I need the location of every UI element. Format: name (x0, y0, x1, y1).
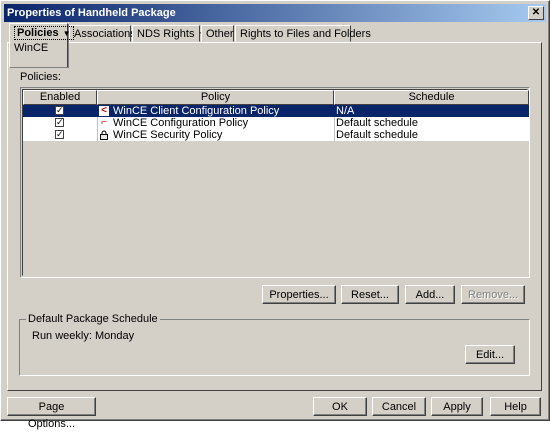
properties-button[interactable]: Properties... (262, 285, 336, 304)
tab-policies-label: Policies (17, 27, 59, 39)
policy-schedule: Default schedule (336, 129, 418, 141)
policy-name: WinCE Security Policy (113, 129, 223, 141)
policy-schedule: Default schedule (336, 117, 418, 129)
lock-icon (100, 130, 108, 140)
policy-name: WinCE Client Configuration Policy (113, 105, 280, 117)
tab-nds-rights-label: NDS Rights (137, 28, 195, 40)
policy-schedule: N/A (336, 105, 355, 117)
enabled-checkbox[interactable]: ✓ (55, 118, 64, 127)
reset-button[interactable]: Reset... (341, 285, 399, 304)
help-button[interactable]: Help (490, 397, 541, 416)
tab-rights-to-files[interactable]: Rights to Files and Folders (235, 25, 371, 42)
close-button[interactable]: ✕ (528, 6, 544, 20)
policies-label: Policies: (20, 71, 61, 83)
ok-button[interactable]: OK (313, 397, 367, 416)
policy-name: WinCE Configuration Policy (113, 117, 249, 129)
page-options-button[interactable]: Page Options... (7, 397, 96, 430)
add-button[interactable]: Add... (405, 285, 455, 304)
schedule-text: Run weekly: Monday (32, 330, 135, 342)
wince-client-config-icon: < (99, 106, 109, 116)
cancel-button[interactable]: Cancel (372, 397, 426, 416)
tab-nds-rights[interactable]: NDS Rights▼ (132, 25, 206, 42)
table-row[interactable]: ✓ WinCE Security Policy Default schedule (23, 129, 529, 141)
remove-button[interactable]: Remove... (461, 285, 525, 304)
edit-schedule-button[interactable]: Edit... (465, 345, 515, 364)
table-row[interactable]: ✓ < WinCE Client Configuration Policy N/… (23, 105, 529, 117)
column-header-policy[interactable]: Policy (97, 90, 334, 105)
default-schedule-group (19, 319, 530, 376)
column-header-schedule[interactable]: Schedule (334, 90, 529, 105)
wince-config-icon: ⌐ (101, 117, 107, 128)
enabled-checkbox[interactable]: ✓ (55, 130, 64, 139)
tab-associations-label: Associations (74, 28, 136, 40)
default-schedule-label: Default Package Schedule (26, 313, 160, 325)
tab-policies[interactable]: Policies ▼ WinCE (9, 23, 74, 67)
tab-rights-to-files-label: Rights to Files and Folders (240, 28, 371, 40)
apply-button[interactable]: Apply (431, 397, 483, 416)
table-row[interactable]: ✓ ⌐ WinCE Configuration Policy Default s… (23, 117, 529, 129)
chevron-down-icon[interactable]: ▼ (63, 29, 71, 38)
tab-policies-focus: Policies ▼ (14, 26, 74, 40)
tab-policies-subpage[interactable]: WinCE (14, 42, 63, 54)
tab-associations[interactable]: Associations (69, 25, 136, 42)
column-header-enabled[interactable]: Enabled (23, 90, 97, 105)
enabled-checkbox[interactable]: ✓ (55, 106, 64, 115)
window-title: Properties of Handheld Package (7, 7, 176, 19)
policies-table[interactable]: Enabled Policy Schedule ✓ < WinCE Client… (20, 87, 530, 278)
tab-other[interactable]: Other (201, 25, 234, 42)
title-bar[interactable]: Properties of Handheld Package ✕ (4, 4, 546, 22)
tab-other-label: Other (206, 28, 234, 40)
